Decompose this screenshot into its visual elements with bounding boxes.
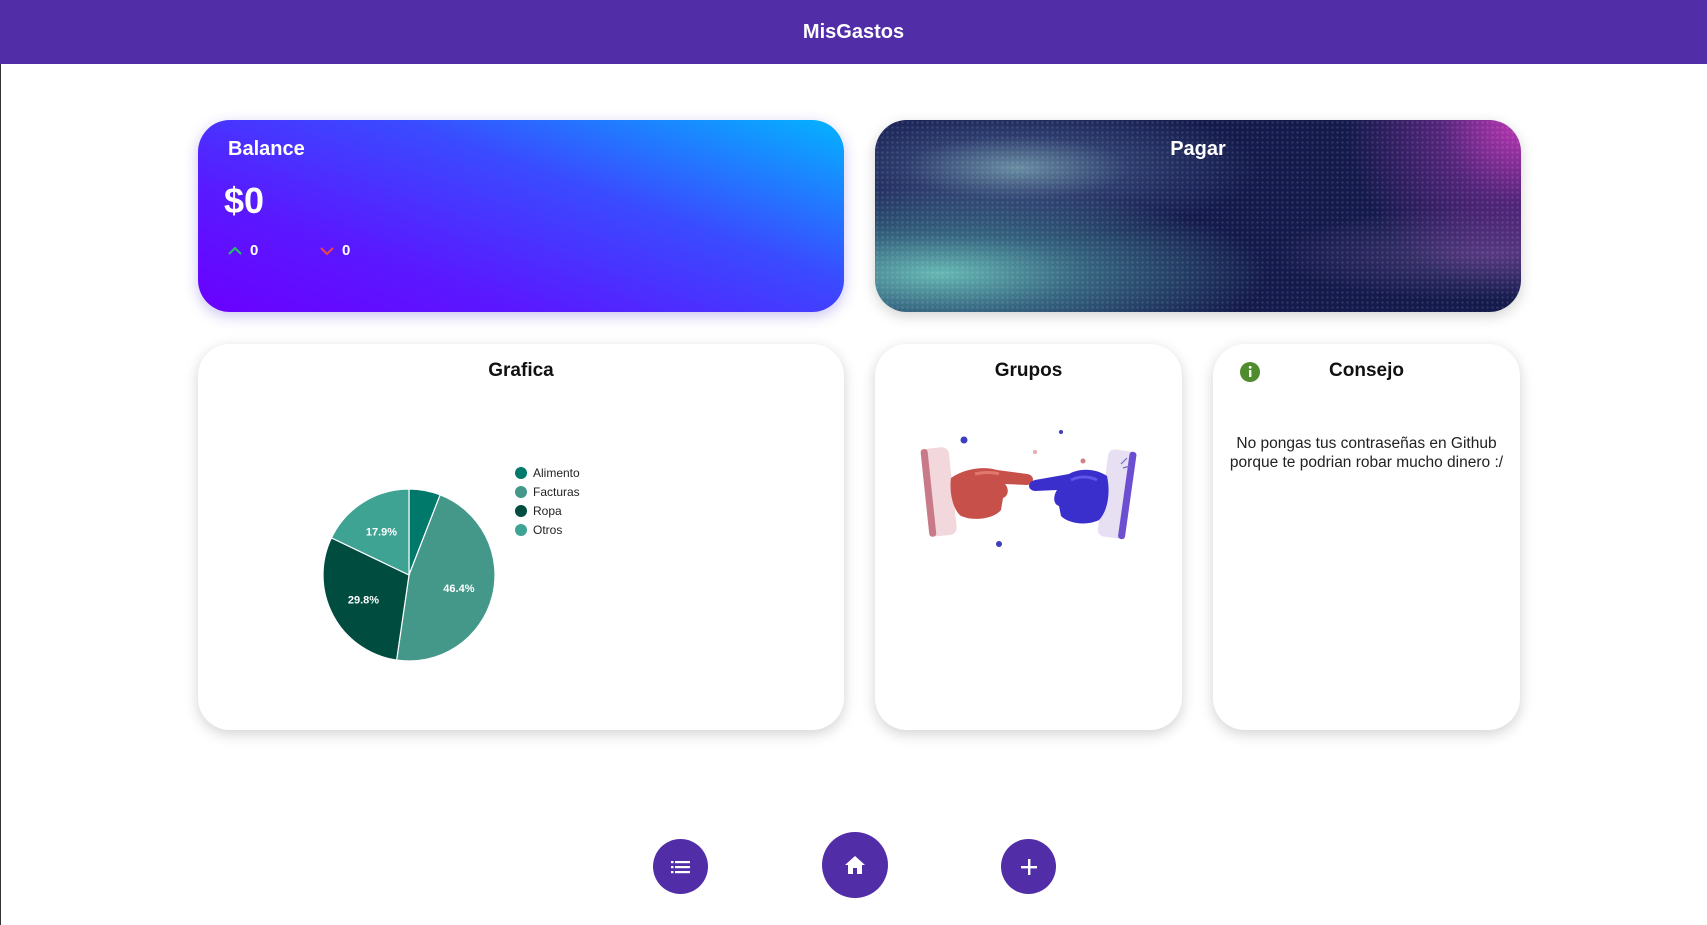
groups-title: Grupos <box>994 360 1063 381</box>
add-button[interactable] <box>1001 839 1056 894</box>
pie-slice-label: 29.8% <box>348 594 379 606</box>
legend-swatch <box>515 467 527 479</box>
chart-card: Grafica 46.4% 29.8% 17.9% Alimento Facturas R… <box>198 344 844 730</box>
pie-slice-label: 46.4% <box>443 583 474 595</box>
tip-title: Consejo <box>1329 360 1404 381</box>
legend-item[interactable]: Ropa <box>533 504 562 518</box>
tip-text: No pongas tus contraseñas en Github porq… <box>1229 435 1504 471</box>
home-icon <box>845 856 865 874</box>
app-title: MisGastos <box>802 20 905 43</box>
pie-chart: 46.4% 29.8% 17.9% Alimento Facturas Ropa Otros <box>322 466 580 662</box>
window-edge <box>0 64 1 925</box>
legend-swatch <box>515 524 527 536</box>
list-button[interactable] <box>653 839 708 894</box>
handshake-illustration <box>920 430 1137 547</box>
tip-card: Consejo No pongas tus contraseñas en Git… <box>1213 344 1520 730</box>
legend-item[interactable]: Otros <box>533 523 562 537</box>
legend-item[interactable]: Alimento <box>533 466 580 480</box>
balance-amount: $0 <box>224 180 265 221</box>
legend-swatch <box>515 505 527 517</box>
legend-swatch <box>515 486 527 498</box>
expense-stat: 0 <box>320 242 350 259</box>
expense-value: 0 <box>342 242 351 259</box>
home-button[interactable] <box>822 832 888 898</box>
pay-card[interactable]: Pagar <box>875 120 1521 312</box>
pie-slice-label: 17.9% <box>366 526 397 538</box>
balance-label: Balance <box>228 138 305 160</box>
arrow-up-icon <box>228 246 242 255</box>
legend-item[interactable]: Facturas <box>533 485 580 499</box>
groups-card[interactable]: Grupos <box>875 344 1182 730</box>
list-icon <box>670 860 690 873</box>
balance-card[interactable]: Balance $0 <box>198 120 844 312</box>
plus-icon <box>1020 858 1037 875</box>
income-value: 0 <box>250 242 259 259</box>
app-header: MisGastos <box>0 0 1707 64</box>
income-stat: 0 <box>228 242 258 259</box>
arrow-down-icon <box>320 246 334 255</box>
pay-label: Pagar <box>1170 138 1226 160</box>
